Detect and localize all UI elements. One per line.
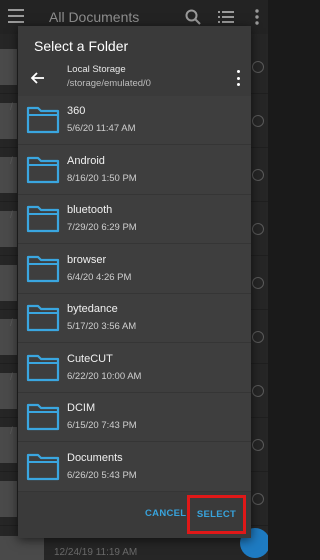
dialog-actions: CANCEL SELECT (18, 492, 251, 538)
info-icon (252, 169, 264, 181)
folder-date: 5/17/20 3:56 AM (67, 321, 137, 332)
folder-date: 6/15/20 7:43 PM (67, 420, 137, 431)
folder-date: 8/16/20 1:50 PM (67, 172, 137, 184)
folder-name: bluetooth (67, 204, 113, 216)
screen: All Documents / / / / / / 12/24/19 11:19… (0, 0, 268, 560)
folder-name: Documents (67, 451, 123, 464)
dialog-title: Select a Folder (34, 38, 129, 54)
folder-row[interactable]: bluetooth 7/29/20 6:29 PM (18, 195, 251, 244)
select-button[interactable]: SELECT (187, 495, 246, 534)
folder-row[interactable]: Documents 6/26/20 5:43 PM (18, 443, 251, 492)
folder-row[interactable]: Android 8/16/20 1:50 PM (18, 146, 251, 195)
folder-icon (26, 304, 60, 332)
folder-name: DCIM (67, 402, 96, 414)
folder-list: 360 5/6/20 11:47 AM Android 8/16/20 1:50 PM… (18, 96, 251, 492)
info-icon (252, 439, 264, 451)
folder-icon (26, 255, 60, 282)
select-folder-dialog: Select a Folder Local Storage /storage/e… (18, 26, 251, 538)
folder-row[interactable]: bytedance 5/17/20 3:56 AM (18, 294, 251, 343)
cancel-button[interactable]: CANCEL (145, 508, 186, 519)
storage-path: /storage/emulated/0 (67, 78, 151, 89)
folder-icon (26, 354, 60, 381)
info-icon (252, 61, 264, 73)
search-icon[interactable] (184, 8, 202, 26)
arrow-back-icon (30, 72, 44, 84)
folder-date: 6/4/20 4:26 PM (67, 271, 132, 283)
info-icon (252, 385, 264, 397)
folder-name: browser (67, 253, 107, 266)
folder-row[interactable]: DCIM 6/15/20 7:43 PM (18, 393, 251, 442)
folder-name: bytedance (67, 303, 118, 315)
background-row-date: 12/24/19 11:19 AM (54, 547, 138, 558)
folder-row[interactable]: browser 6/4/20 4:26 PM (18, 245, 251, 294)
info-icon (252, 223, 264, 235)
info-icon (252, 115, 264, 127)
path-bar: Local Storage /storage/emulated/0 (18, 60, 251, 96)
storage-name: Local Storage (67, 64, 126, 75)
folder-icon (26, 403, 60, 431)
folder-date: 6/22/20 10:00 AM (67, 370, 142, 382)
folder-icon (26, 156, 60, 183)
list-view-icon[interactable] (217, 8, 235, 26)
info-icon (252, 277, 264, 289)
folder-icon (26, 106, 60, 134)
info-icon (252, 493, 264, 505)
app-title: All Documents (49, 9, 140, 25)
more-vert-icon[interactable] (248, 8, 266, 26)
back-button[interactable] (26, 66, 50, 90)
folder-row[interactable]: CuteCUT 6/22/20 10:00 AM (18, 344, 251, 393)
info-icon (252, 331, 264, 343)
select-button-label: SELECT (196, 509, 237, 520)
folder-icon (26, 205, 60, 233)
folder-name: 360 (67, 105, 86, 117)
folder-date: 7/29/20 6:29 PM (67, 222, 137, 233)
folder-date: 6/26/20 5:43 PM (67, 469, 137, 481)
folder-date: 5/6/20 11:47 AM (67, 123, 136, 134)
folder-icon (26, 453, 60, 480)
more-vert-icon[interactable] (235, 68, 241, 88)
menu-icon[interactable] (8, 9, 24, 23)
folder-name: Android (67, 154, 105, 167)
folder-name: CuteCUT (67, 352, 113, 365)
folder-row[interactable]: 360 5/6/20 11:47 AM (18, 96, 251, 145)
